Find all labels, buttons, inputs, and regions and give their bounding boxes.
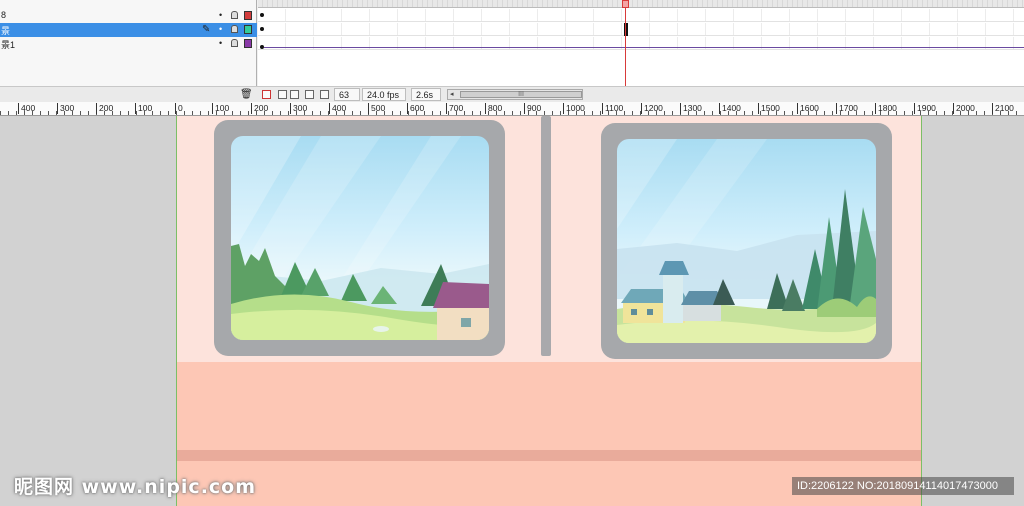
playhead-handle[interactable]: [622, 0, 629, 8]
image-id-watermark: ID:2206122 NO:20180914114017473000: [792, 477, 1014, 495]
left-window-frame: [214, 120, 505, 356]
onion-outline-button[interactable]: [290, 90, 299, 99]
playhead[interactable]: [625, 0, 626, 86]
visibility-dot-icon[interactable]: •: [219, 24, 222, 34]
ruler-tick: 1300: [680, 103, 702, 114]
keyframe-dot[interactable]: [260, 13, 264, 17]
modify-markers-button[interactable]: [320, 90, 329, 99]
onion-skin-button[interactable]: [278, 90, 287, 99]
ruler-tick: 300: [57, 103, 74, 114]
edit-multiple-frames-button[interactable]: [305, 90, 314, 99]
ruler-tick: 0: [175, 103, 183, 114]
keyframe-dot[interactable]: [260, 27, 264, 31]
lock-icon[interactable]: [231, 39, 238, 47]
frame-track[interactable]: [258, 9, 1024, 22]
layer-list: 8 • 景 ✎ • 景1 •: [0, 0, 257, 86]
timeline-controls: 🗑 63 24.0 fps 2.6s ◂ III: [0, 86, 1024, 102]
frame-rate-field[interactable]: 24.0 fps: [362, 88, 406, 101]
ruler-tick: 1400: [719, 103, 741, 114]
tween-line: [264, 47, 1024, 48]
ruler-tick: 800: [485, 103, 502, 114]
timeline-panel: 8 • 景 ✎ • 景1 • 🗑 63 24.0 fps 2.6s ◂ III: [0, 0, 1024, 102]
layer-color-swatch[interactable]: [244, 25, 252, 34]
scroll-left-arrow-icon[interactable]: ◂: [450, 90, 454, 98]
layer-color-swatch[interactable]: [244, 11, 252, 20]
ruler-tick: 400: [18, 103, 35, 114]
visibility-dot-icon[interactable]: •: [219, 10, 222, 20]
ruler-tick: 700: [446, 103, 463, 114]
flash-editor: 8 • 景 ✎ • 景1 • 🗑 63 24.0 fps 2.6s ◂ III …: [0, 0, 1024, 506]
ruler-tick: 1500: [758, 103, 780, 114]
lock-icon[interactable]: [231, 11, 238, 19]
pencil-icon: ✎: [202, 24, 211, 35]
layer-row-8[interactable]: 8 •: [0, 9, 257, 23]
ruler-tick: 1000: [563, 103, 585, 114]
visibility-dot-icon[interactable]: •: [219, 38, 222, 48]
ruler-tick: 100: [212, 103, 229, 114]
ruler-tick: 1800: [875, 103, 897, 114]
ruler-tick: 900: [524, 103, 541, 114]
frame-ruler[interactable]: [258, 0, 1024, 8]
ruler-tick: 1200: [641, 103, 663, 114]
left-window-scene: [231, 136, 489, 340]
layer-name: 景: [1, 26, 11, 36]
layer-row-scene[interactable]: 景 ✎ •: [0, 23, 257, 37]
layer-row-scene-1[interactable]: 景1 •: [0, 37, 257, 51]
timeline-scrollbar[interactable]: ◂ III: [447, 89, 583, 100]
lock-icon[interactable]: [231, 25, 238, 33]
ruler-tick: 1900: [914, 103, 936, 114]
ruler-tick: 200: [96, 103, 113, 114]
frame-track[interactable]: [258, 23, 1024, 36]
ruler-tick: 100: [135, 103, 152, 114]
ruler-tick: 1100: [602, 103, 623, 114]
ruler-tick: 1700: [836, 103, 858, 114]
frame-track[interactable]: [258, 37, 1024, 50]
stage-ruler: 400 300 200 100 0 100 200 300 400 500 60…: [0, 102, 1024, 116]
ruler-tick: 600: [407, 103, 424, 114]
current-frame-field[interactable]: 63: [334, 88, 360, 101]
frame-grid[interactable]: [258, 0, 1024, 86]
center-frame-button[interactable]: [262, 90, 271, 99]
ruler-tick: 2100: [992, 103, 1014, 114]
scroll-thumb[interactable]: III: [460, 91, 582, 98]
ruler-tick: 500: [368, 103, 385, 114]
window-divider-post: [541, 116, 551, 356]
ruler-tick: 400: [329, 103, 346, 114]
right-window-scene: [617, 139, 876, 343]
ruler-tick: 300: [290, 103, 307, 114]
train-wall-stripe: [177, 450, 921, 461]
nipic-logo: 昵图网 www.nipic.com: [14, 476, 257, 498]
layer-name: 景1: [1, 40, 16, 50]
trash-icon[interactable]: 🗑: [240, 89, 253, 100]
right-window-frame: [601, 123, 892, 359]
stage-canvas[interactable]: [176, 116, 922, 506]
ruler-tick: 1600: [797, 103, 819, 114]
ruler-tick: 2000: [953, 103, 975, 114]
layer-name: 8: [1, 10, 7, 20]
ruler-minor-ticks: [0, 111, 1024, 115]
ruler-tick: 200: [251, 103, 268, 114]
layer-color-swatch[interactable]: [244, 39, 252, 48]
elapsed-time-field: 2.6s: [411, 88, 441, 101]
